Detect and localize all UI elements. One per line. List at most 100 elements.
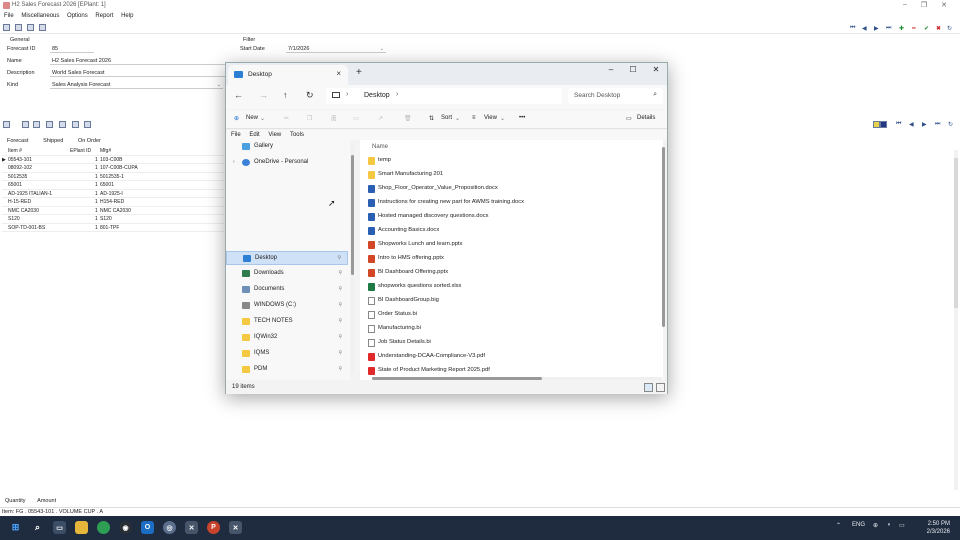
toolbar-icon[interactable]	[84, 121, 91, 128]
cut-icon[interactable]: ✂	[284, 115, 289, 122]
name-field[interactable]: H2 Sales Forecast 2026	[50, 57, 225, 65]
new-tab-icon[interactable]: +	[356, 67, 362, 78]
chevron-right-icon[interactable]: ›	[233, 159, 235, 165]
kind-select[interactable]: Sales Analysis Forecast ⌄	[50, 81, 223, 89]
nav-item-onedrive[interactable]: › OneDrive - Personal	[226, 156, 348, 170]
app-icon[interactable]: ✕	[185, 521, 198, 534]
pin-icon[interactable]: ⚲	[338, 350, 342, 356]
menu-report[interactable]: Report	[95, 11, 113, 21]
menu-file[interactable]: File	[4, 11, 14, 21]
start-date-field[interactable]: 7/1/2026 ⌄	[286, 45, 386, 53]
column-header-mfg[interactable]: Mfg#	[100, 147, 111, 156]
minimize-icon[interactable]: –	[895, 1, 915, 8]
maximize-icon[interactable]: ❐	[914, 1, 934, 9]
prev-record-icon[interactable]: ◀	[909, 121, 914, 128]
description-field[interactable]: World Sales Forecast	[50, 69, 225, 77]
file-item[interactable]: Instructions for creating new part for A…	[360, 196, 660, 210]
tab-amount[interactable]: Amount	[37, 496, 56, 506]
toolbar-icon[interactable]	[22, 121, 29, 128]
file-item[interactable]: Accounting Basics.docx	[360, 224, 660, 238]
more-options-button[interactable]: •••	[519, 115, 525, 121]
breadcrumb-desktop[interactable]: Desktop	[364, 92, 390, 99]
menu-tools[interactable]: Tools	[290, 130, 304, 140]
toolbar-icon[interactable]	[39, 24, 46, 31]
chevron-down-icon[interactable]: ⌄	[380, 45, 384, 53]
minimize-icon[interactable]: –	[600, 65, 622, 74]
paste-icon[interactable]: 📋︎	[330, 115, 338, 122]
menu-options[interactable]: Options	[67, 11, 88, 21]
table-row[interactable]: 65001 1 65001	[2, 181, 224, 190]
tab-desktop[interactable]: Desktop ×	[228, 65, 348, 85]
back-icon[interactable]: ←	[234, 90, 243, 100]
menu-miscellaneous[interactable]: Miscellaneous	[21, 11, 59, 21]
table-row[interactable]: NMC CA2030 1 NMC CA2030	[2, 207, 224, 215]
file-item[interactable]: Shopworks Lunch and learn.pptx	[360, 238, 660, 252]
toolbar-icon[interactable]	[3, 121, 10, 128]
nav-item-gallery[interactable]: Gallery	[226, 140, 348, 154]
tab-on-order[interactable]: On Order	[78, 136, 101, 146]
app-icon[interactable]: ◎	[163, 521, 176, 534]
file-item[interactable]: State of Product Marketing Report 2025.p…	[360, 364, 660, 378]
pin-icon[interactable]: ⚲	[338, 302, 342, 308]
chevron-down-icon[interactable]: ⌄	[217, 81, 221, 89]
toolbar-icon[interactable]	[3, 24, 10, 31]
nav-item-desktop[interactable]: Desktop ⚲	[226, 251, 348, 265]
file-list-vertical-scrollbar[interactable]	[662, 147, 665, 397]
copy-icon[interactable]: ❐	[307, 115, 312, 122]
task-view-icon[interactable]: ▭	[53, 521, 66, 534]
tab-shipped[interactable]: Shipped	[43, 136, 63, 146]
nav-item-downloads[interactable]: Downloads ⚲	[226, 267, 348, 281]
file-item[interactable]: BI DashboardGroup.big	[360, 294, 660, 308]
table-row[interactable]: ▶ 05543-101 1 103-C00B	[2, 156, 224, 164]
file-item[interactable]: Understanding-DCAA-Compliance-V3.pdf	[360, 350, 660, 364]
details-button[interactable]: Details	[637, 115, 655, 121]
share-icon[interactable]: ↗	[378, 115, 383, 122]
start-icon[interactable]: ⊞	[9, 521, 22, 534]
file-item[interactable]: Order Status.bi	[360, 308, 660, 322]
post-record-icon[interactable]: ✔	[924, 25, 929, 32]
last-record-icon[interactable]: ⏭	[935, 121, 940, 128]
up-icon[interactable]: ↑	[283, 90, 288, 100]
nav-item-documents[interactable]: Documents ⚲	[226, 283, 348, 297]
nav-item-windows-c[interactable]: WINDOWS (C:) ⚲	[226, 299, 348, 313]
scrollbar-thumb[interactable]	[954, 158, 958, 308]
menu-help[interactable]: Help	[121, 11, 133, 21]
file-item-temp[interactable]: temp	[360, 154, 660, 168]
chevron-up-icon[interactable]: ⌃	[836, 522, 841, 529]
breadcrumb[interactable]: › Desktop ›	[326, 88, 562, 104]
refresh-icon[interactable]: ↻	[306, 90, 314, 101]
toolbar-icon[interactable]	[72, 121, 79, 128]
nav-item-iqms[interactable]: IQMS ⚲	[226, 347, 348, 361]
pin-icon[interactable]: ⚲	[338, 270, 342, 276]
scrollbar-thumb[interactable]	[662, 147, 665, 327]
scrollbar-thumb[interactable]	[372, 377, 542, 380]
refresh-icon[interactable]: ↻	[947, 25, 952, 32]
toolbar-icon[interactable]	[27, 24, 34, 31]
pin-icon[interactable]: ⚲	[338, 286, 342, 292]
scrollbar-thumb[interactable]	[351, 155, 354, 275]
volume-icon[interactable]: ◖	[887, 522, 891, 528]
rename-icon[interactable]: ▭	[353, 115, 359, 122]
insert-record-icon[interactable]: ✚	[899, 25, 904, 32]
nav-pane-scrollbar[interactable]	[351, 143, 354, 373]
menu-file[interactable]: File	[231, 130, 241, 140]
file-item[interactable]: Hosted managed discovery questions.docx	[360, 210, 660, 224]
app-icon[interactable]: ◉	[119, 521, 132, 534]
file-explorer-icon[interactable]	[75, 521, 88, 534]
forward-icon[interactable]: →	[259, 90, 268, 100]
next-record-icon[interactable]: ▶	[874, 25, 879, 32]
maximize-icon[interactable]: ☐	[622, 65, 644, 74]
menu-view[interactable]: View	[268, 130, 281, 140]
file-item[interactable]: Shop_Floor_Operator_Value_Proposition.do…	[360, 182, 660, 196]
refresh-icon[interactable]: ↻	[948, 121, 953, 128]
tiles-view-icon[interactable]	[656, 383, 665, 392]
chrome-icon[interactable]	[97, 521, 110, 534]
battery-icon[interactable]: ▭	[899, 522, 905, 529]
cancel-record-icon[interactable]: ✖	[936, 25, 941, 32]
network-icon[interactable]: ⊕	[873, 522, 878, 529]
table-row[interactable]: AD-1925 ITALIAN-1 1 AD-1925-I	[2, 190, 224, 198]
view-button[interactable]: View	[484, 115, 497, 121]
next-record-icon[interactable]: ▶	[922, 121, 927, 128]
table-row[interactable]: 5012535 1 5012535-1	[2, 173, 224, 181]
color-icon[interactable]	[880, 121, 887, 128]
